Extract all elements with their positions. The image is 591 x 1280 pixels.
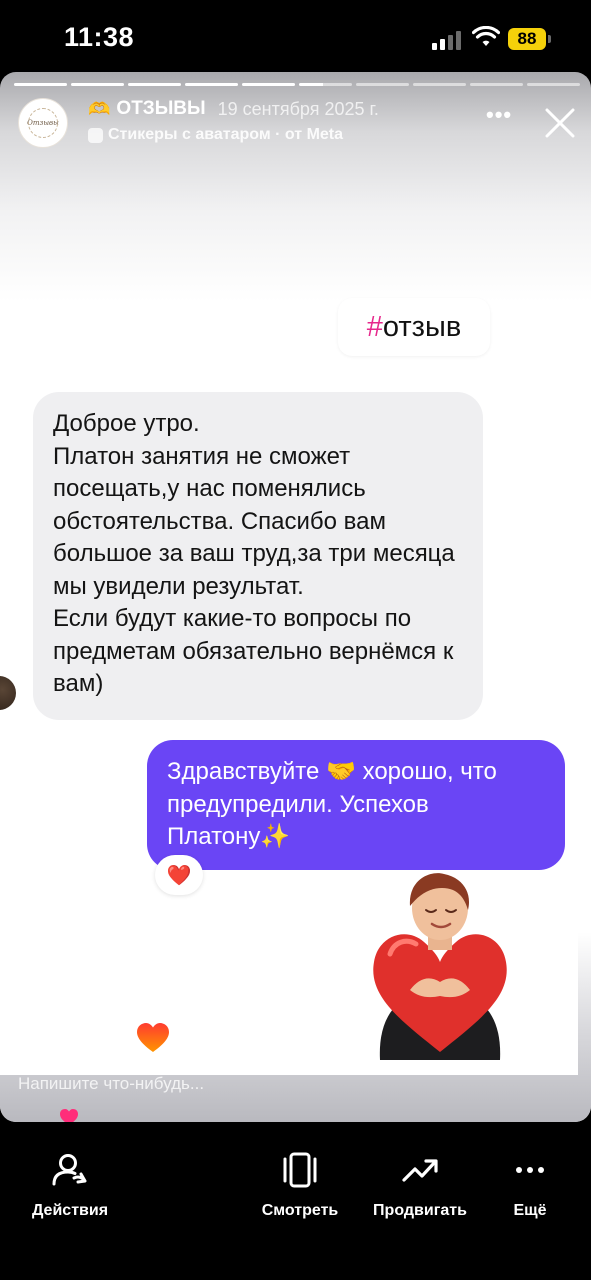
close-icon[interactable] [543, 106, 577, 140]
more-button[interactable]: Ещё [490, 1122, 570, 1232]
person-icon [52, 1154, 87, 1186]
incoming-message: Доброе утро. Платон занятия не сможет по… [33, 392, 483, 720]
story-action-bar: Действия Смотреть Продвигать Ещё [0, 1122, 591, 1280]
story-header[interactable]: 🫶 ОТЗЫВЫ 19 сентября 2025 г. [88, 98, 379, 120]
heart-reaction: ❤️ [155, 855, 203, 895]
progress-segment [185, 83, 238, 86]
actions-button[interactable]: Действия [0, 1122, 140, 1232]
carousel-icon [283, 1152, 317, 1188]
incoming-line-3: Если будут какие-то вопросы по предметам… [53, 605, 454, 697]
more-label: Ещё [513, 1202, 547, 1219]
progress-segment [299, 83, 352, 86]
more-icon [516, 1167, 544, 1173]
status-bar: 11:38 88 [0, 0, 591, 72]
incoming-line-2: Платон занятия не сможет посещать,у нас … [53, 442, 455, 600]
reply-input[interactable]: Напишите что-нибудь... [18, 1074, 204, 1094]
progress-segment [14, 83, 67, 86]
promote-button[interactable]: Продвигать [365, 1122, 475, 1232]
progress-segment [242, 83, 295, 86]
battery-icon: 88 [508, 28, 552, 50]
outgoing-message: Здравствуйте 🤝 хорошо, что предупредили.… [147, 740, 565, 870]
author-name: ОТЗЫВЫ [116, 98, 206, 119]
incoming-line-1: Доброе утро. [53, 410, 200, 437]
trend-up-icon [402, 1159, 438, 1182]
watch-button[interactable]: Смотреть [250, 1122, 350, 1232]
hashtag-word: отзыв [382, 310, 462, 343]
progress-segment [71, 83, 124, 86]
heart-hands-icon: 🫶 [88, 98, 111, 119]
pink-heart-icon [60, 1109, 78, 1122]
story-date: 19 сентября 2025 г. [217, 98, 379, 119]
hashtag-symbol: # [366, 310, 383, 343]
watch-label: Смотреть [261, 1202, 339, 1219]
story-progress [14, 83, 580, 86]
actions-label: Действия [31, 1202, 109, 1219]
status-time: 11:38 [64, 22, 135, 52]
progress-segment [356, 83, 409, 86]
progress-segment [413, 83, 466, 86]
progress-segment [470, 83, 523, 86]
sticker-attribution[interactable]: Стикеры с аватаром · от Meta [88, 126, 343, 144]
promote-label: Продвигать [373, 1202, 467, 1219]
battery-level: 88 [508, 28, 546, 50]
wifi-icon [472, 26, 500, 46]
progress-segment [128, 83, 181, 86]
story-card[interactable]: Отзывы 🫶 ОТЗЫВЫ 19 сентября 2025 г. Стик… [0, 72, 591, 1122]
more-options-icon[interactable]: ••• [486, 102, 512, 128]
author-avatar[interactable]: Отзывы [18, 98, 68, 148]
sticker-attribution-text: Стикеры с аватаром · от Meta [108, 126, 344, 143]
hashtag-sticker[interactable]: # отзыв [338, 298, 490, 356]
floating-heart-icon [137, 1023, 169, 1052]
avatar-heart-sticker[interactable] [360, 870, 520, 1060]
reaction-emoji: ❤️ [166, 864, 192, 887]
progress-segment [527, 83, 580, 86]
cellular-signal-icon [432, 30, 464, 50]
sticker-icon [88, 127, 103, 143]
